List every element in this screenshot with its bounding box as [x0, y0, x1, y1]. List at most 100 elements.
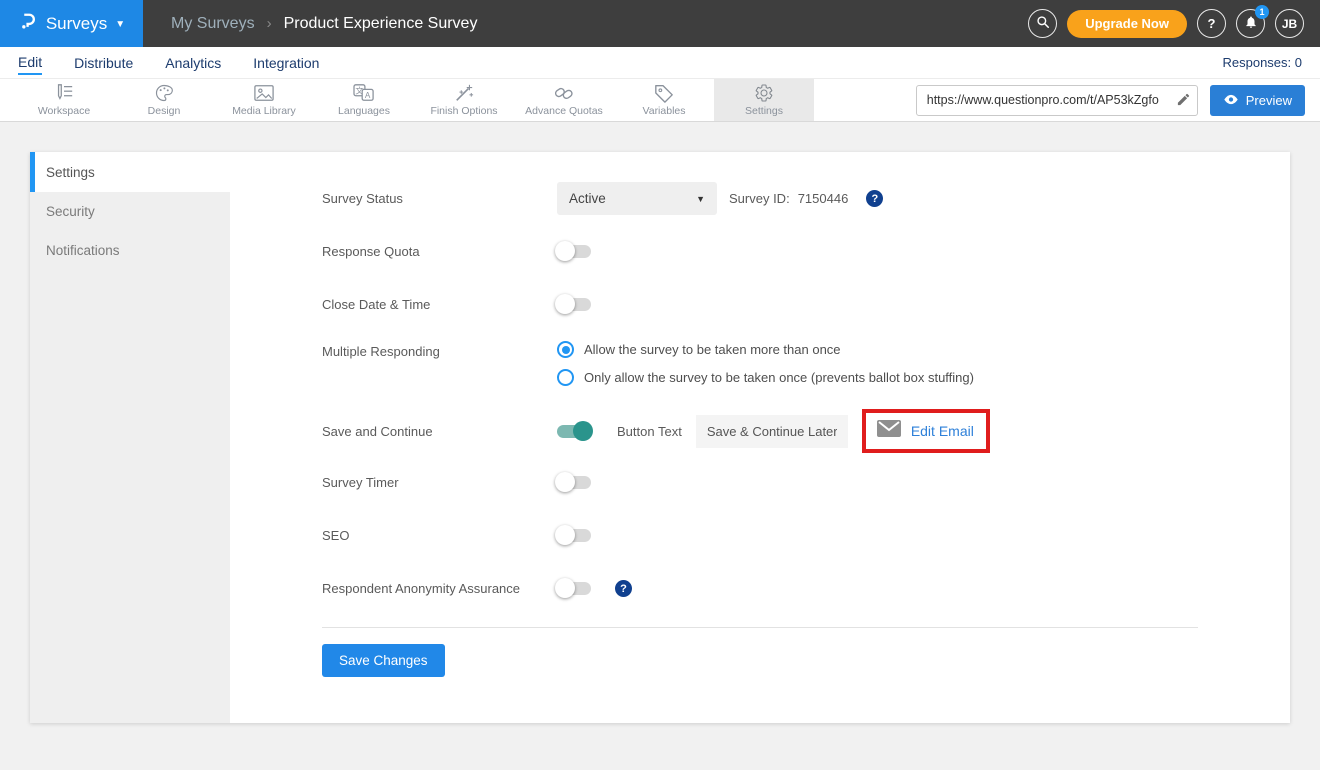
sidebar-item-notifications[interactable]: Notifications	[30, 231, 230, 270]
radio-option-label: Allow the survey to be taken more than o…	[584, 342, 841, 357]
tool-tab-label: Workspace	[38, 105, 90, 117]
questionpro-logo-icon	[18, 11, 38, 36]
row-respondent-anonymity: Respondent Anonymity Assurance ?	[322, 572, 1290, 605]
survey-id-help-icon[interactable]: ?	[866, 190, 883, 207]
survey-status-dropdown[interactable]: Active ▼	[557, 182, 717, 215]
responses-count: Responses: 0	[1223, 55, 1303, 70]
row-response-quota: Response Quota	[322, 235, 1290, 268]
save-and-continue-toggle[interactable]	[557, 425, 591, 438]
seo-label: SEO	[322, 528, 557, 543]
tab-integration[interactable]: Integration	[253, 51, 319, 74]
tab-edit[interactable]: Edit	[18, 50, 42, 75]
tool-tab-workspace[interactable]: Workspace	[14, 79, 114, 121]
question-mark-icon: ?	[1208, 16, 1216, 31]
magic-wand-icon	[453, 83, 475, 103]
notifications-button[interactable]: 1	[1236, 9, 1265, 38]
tool-tab-finish-options[interactable]: Finish Options	[414, 79, 514, 121]
radio-button[interactable]	[557, 369, 574, 386]
toolbar-right: Preview	[916, 79, 1320, 121]
header-actions: Upgrade Now ? 1 JB	[1028, 9, 1320, 38]
save-changes-button[interactable]: Save Changes	[322, 644, 445, 677]
radio-option-label: Only allow the survey to be taken once (…	[584, 370, 974, 385]
close-date-label: Close Date & Time	[322, 297, 557, 312]
toggle-knob	[555, 525, 575, 545]
toggle-knob	[555, 241, 575, 261]
sidebar-item-security[interactable]: Security	[30, 192, 230, 231]
settings-content: Survey Status Active ▼ Survey ID: 715044…	[230, 152, 1290, 723]
pencil-list-icon	[53, 83, 75, 103]
survey-url-input[interactable]	[916, 85, 1198, 116]
breadcrumb: My Surveys › Product Experience Survey	[171, 15, 477, 33]
edit-email-highlight-box: Edit Email	[862, 409, 990, 453]
tool-tab-advance-quotas[interactable]: Advance Quotas	[514, 79, 614, 121]
tool-tab-label: Advance Quotas	[525, 105, 603, 117]
row-survey-timer: Survey Timer	[322, 466, 1290, 499]
respondent-anonymity-toggle[interactable]	[557, 582, 591, 595]
tag-icon	[653, 83, 675, 103]
multiple-responding-options: Allow the survey to be taken more than o…	[557, 341, 974, 386]
survey-id-value: 7150446	[798, 191, 849, 206]
tool-tab-label: Media Library	[232, 105, 296, 117]
multiple-responding-label: Multiple Responding	[322, 341, 557, 359]
tool-tab-label: Languages	[338, 105, 390, 117]
tool-tab-label: Settings	[745, 105, 783, 117]
chevron-down-icon: ▼	[696, 194, 705, 204]
gear-icon	[754, 83, 774, 103]
tab-analytics[interactable]: Analytics	[165, 51, 221, 74]
palette-icon	[154, 83, 174, 103]
tab-distribute[interactable]: Distribute	[74, 51, 133, 74]
seo-toggle[interactable]	[557, 529, 591, 542]
help-button[interactable]: ?	[1197, 9, 1226, 38]
primary-nav: Edit Distribute Analytics Integration Re…	[0, 47, 1320, 78]
settings-card: Settings Security Notifications Survey S…	[30, 152, 1290, 723]
response-quota-toggle[interactable]	[557, 245, 591, 258]
sidebar-item-settings[interactable]: Settings	[30, 152, 230, 192]
radio-option-multiple[interactable]: Allow the survey to be taken more than o…	[557, 341, 974, 358]
edit-url-pencil-icon[interactable]	[1176, 92, 1191, 112]
svg-text:A: A	[365, 91, 371, 100]
tool-tab-label: Design	[148, 105, 181, 117]
product-switcher[interactable]: Surveys ▼	[0, 0, 143, 47]
avatar-initials: JB	[1282, 17, 1297, 31]
sidebar-item-label: Notifications	[46, 243, 120, 258]
row-multiple-responding: Multiple Responding Allow the survey to …	[322, 341, 1290, 386]
survey-status-label: Survey Status	[322, 191, 557, 206]
toggle-knob	[573, 421, 593, 441]
preview-button[interactable]: Preview	[1210, 85, 1305, 116]
survey-id-label: Survey ID:	[729, 191, 790, 206]
editor-toolbar: Workspace Design Media Library 文A Langua…	[0, 78, 1320, 122]
image-icon	[253, 83, 275, 103]
bell-icon	[1244, 15, 1258, 32]
tool-tab-design[interactable]: Design	[114, 79, 214, 121]
radio-option-once[interactable]: Only allow the survey to be taken once (…	[557, 369, 974, 386]
row-save-and-continue: Save and Continue Button Text Edit Email	[322, 408, 1290, 454]
button-text-label: Button Text	[617, 424, 682, 439]
survey-url-wrap	[916, 85, 1198, 116]
preview-label: Preview	[1246, 93, 1292, 108]
avatar[interactable]: JB	[1275, 9, 1304, 38]
tool-tab-media-library[interactable]: Media Library	[214, 79, 314, 121]
tool-tab-settings[interactable]: Settings	[714, 79, 814, 121]
chevron-down-icon: ▼	[115, 19, 125, 30]
notification-badge: 1	[1255, 5, 1269, 19]
row-close-date: Close Date & Time	[322, 288, 1290, 321]
search-button[interactable]	[1028, 9, 1057, 38]
top-header: Surveys ▼ My Surveys › Product Experienc…	[0, 0, 1320, 47]
eye-icon	[1223, 93, 1239, 108]
anonymity-help-icon[interactable]: ?	[615, 580, 632, 597]
save-and-continue-label: Save and Continue	[322, 424, 557, 439]
tool-tab-variables[interactable]: Variables	[614, 79, 714, 121]
breadcrumb-survey-title: Product Experience Survey	[284, 15, 478, 33]
upgrade-now-button[interactable]: Upgrade Now	[1067, 10, 1187, 38]
breadcrumb-my-surveys[interactable]: My Surveys	[171, 15, 255, 33]
sidebar-item-label: Security	[46, 204, 95, 219]
survey-status-value: Active	[569, 191, 606, 206]
radio-button[interactable]	[557, 341, 574, 358]
edit-email-link[interactable]: Edit Email	[911, 423, 974, 439]
survey-timer-toggle[interactable]	[557, 476, 591, 489]
button-text-input[interactable]	[696, 415, 848, 448]
row-seo: SEO	[322, 519, 1290, 552]
close-date-toggle[interactable]	[557, 298, 591, 311]
settings-sidebar: Settings Security Notifications	[30, 152, 230, 723]
tool-tab-languages[interactable]: 文A Languages	[314, 79, 414, 121]
